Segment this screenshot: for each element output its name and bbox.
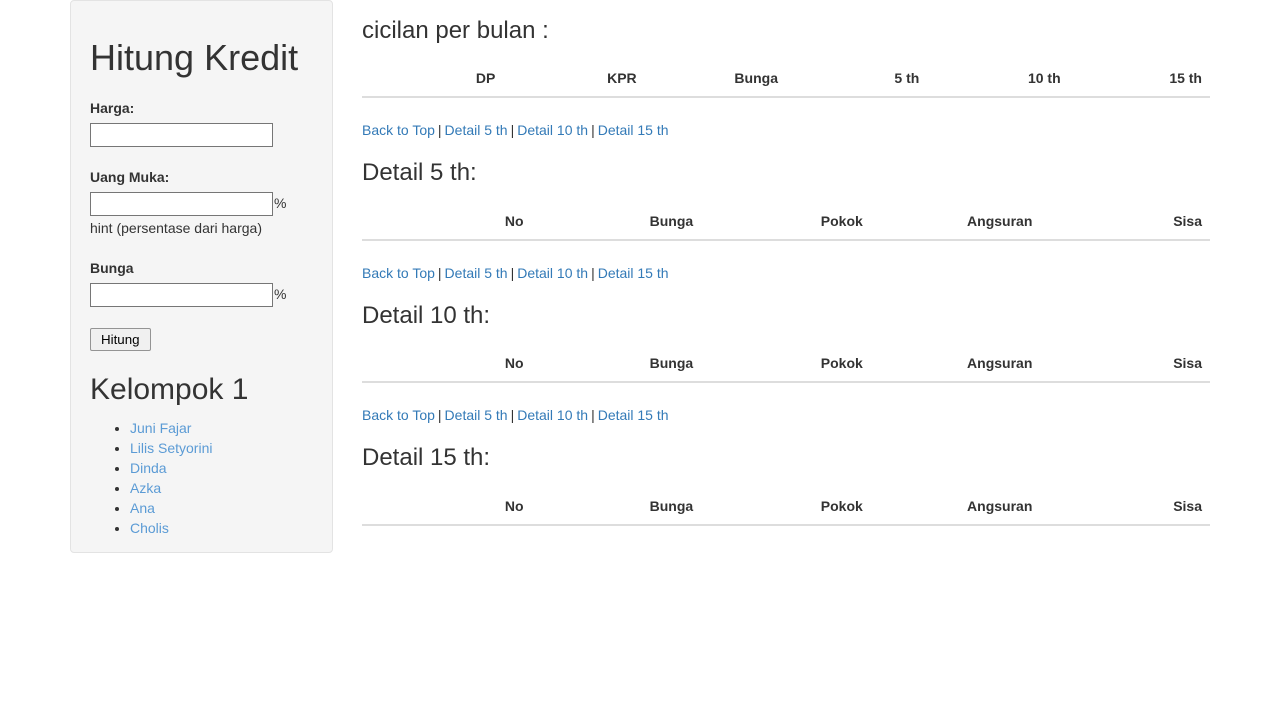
page-root: Hitung Kredit Harga: Uang Muka: % hint (… bbox=[0, 0, 1280, 720]
column-header-angsuran: Angsuran bbox=[870, 345, 1041, 384]
detail-15th-link[interactable]: Detail 15 th bbox=[598, 407, 669, 423]
member-link[interactable]: Dinda bbox=[130, 460, 167, 476]
column-header-bunga: Bunga bbox=[644, 60, 786, 99]
bunga-label: Bunga bbox=[90, 259, 134, 276]
column-header-no: No bbox=[362, 487, 532, 526]
detail-5th-link[interactable]: Detail 5 th bbox=[445, 407, 508, 423]
column-header-no: No bbox=[362, 202, 532, 241]
column-header-no: No bbox=[362, 345, 532, 384]
table-header-row: No Bunga Pokok Angsuran Sisa bbox=[362, 202, 1210, 241]
nav-separator: | bbox=[510, 264, 515, 281]
table-header-row: DP KPR Bunga 5 th 10 th 15 th bbox=[362, 60, 1210, 99]
detail-15th-heading: Detail 15 th: bbox=[362, 444, 491, 472]
member-link[interactable]: Azka bbox=[130, 480, 161, 496]
column-header-15th: 15 th bbox=[1068, 60, 1210, 99]
nav-separator: | bbox=[437, 407, 442, 424]
column-header-10th: 10 th bbox=[927, 60, 1069, 99]
table-header-row: No Bunga Pokok Angsuran Sisa bbox=[362, 487, 1210, 526]
nav-separator: | bbox=[510, 122, 515, 139]
bunga-input[interactable] bbox=[90, 282, 273, 307]
column-header-angsuran: Angsuran bbox=[870, 487, 1041, 526]
back-to-top-link[interactable]: Back to Top bbox=[362, 407, 435, 423]
column-header-bunga: Bunga bbox=[531, 345, 702, 384]
nav-separator: | bbox=[510, 407, 515, 424]
uang-muka-input[interactable] bbox=[90, 191, 273, 216]
column-header-5th: 5 th bbox=[785, 60, 928, 99]
harga-label: Harga: bbox=[90, 99, 135, 116]
member-link[interactable]: Cholis bbox=[130, 520, 169, 536]
detail-5th-table-head: No Bunga Pokok Angsuran Sisa bbox=[362, 202, 1210, 241]
main-content: cicilan per bulan : DP KPR Bunga 5 th 10… bbox=[362, 0, 1210, 526]
member-link[interactable]: Ana bbox=[130, 500, 155, 516]
bunga-percent-suffix: % bbox=[274, 286, 287, 303]
column-header-pokok: Pokok bbox=[701, 202, 871, 241]
list-item: Azka bbox=[130, 478, 313, 498]
detail-10th-link[interactable]: Detail 10 th bbox=[517, 407, 588, 423]
uang-muka-field-row: % bbox=[90, 191, 313, 216]
uang-muka-label: Uang Muka: bbox=[90, 168, 170, 185]
column-header-bunga: Bunga bbox=[531, 487, 702, 526]
nav-links-2: Back to Top | Detail 5 th | Detail 10 th | Det… bbox=[362, 241, 1210, 283]
detail-15th-link[interactable]: Detail 15 th bbox=[598, 265, 669, 281]
detail-10th-table: No Bunga Pokok Angsuran Sisa bbox=[362, 345, 1210, 384]
list-item: Cholis bbox=[130, 518, 313, 538]
detail-15th-table: No Bunga Pokok Angsuran Sisa bbox=[362, 487, 1210, 526]
detail-5th-heading: Detail 5 th: bbox=[362, 159, 477, 187]
hitung-button[interactable]: Hitung bbox=[90, 327, 151, 351]
column-header-pokok: Pokok bbox=[701, 345, 871, 384]
nav-separator: | bbox=[591, 264, 595, 281]
bunga-field-row: % bbox=[90, 282, 313, 307]
sidebar-panel: Hitung Kredit Harga: Uang Muka: % hint (… bbox=[70, 0, 333, 553]
back-to-top-link[interactable]: Back to Top bbox=[362, 265, 435, 281]
list-item: Juni Fajar bbox=[130, 418, 313, 438]
detail-10th-heading: Detail 10 th: bbox=[362, 301, 491, 329]
detail-15th-table-head: No Bunga Pokok Angsuran Sisa bbox=[362, 487, 1210, 526]
column-header-sisa: Sisa bbox=[1040, 202, 1210, 241]
detail-5th-link[interactable]: Detail 5 th bbox=[445, 265, 508, 281]
nav-separator: | bbox=[437, 122, 442, 139]
uang-muka-percent-suffix: % bbox=[274, 195, 287, 212]
detail-15th-link[interactable]: Detail 15 th bbox=[598, 122, 669, 138]
back-to-top-link[interactable]: Back to Top bbox=[362, 122, 435, 138]
nav-links-3: Back to Top | Detail 5 th | Detail 10 th | Det… bbox=[362, 383, 1210, 425]
list-item: Lilis Setyorini bbox=[130, 438, 313, 458]
column-header-sisa: Sisa bbox=[1040, 345, 1210, 384]
summary-table-head: DP KPR Bunga 5 th 10 th 15 th bbox=[362, 60, 1210, 99]
detail-10th-link[interactable]: Detail 10 th bbox=[517, 122, 588, 138]
list-item: Dinda bbox=[130, 458, 313, 478]
column-header-pokok: Pokok bbox=[701, 487, 871, 526]
harga-input[interactable] bbox=[90, 122, 273, 147]
list-item: Ana bbox=[130, 498, 313, 518]
table-header-row: No Bunga Pokok Angsuran Sisa bbox=[362, 345, 1210, 384]
detail-10th-link[interactable]: Detail 10 th bbox=[517, 265, 588, 281]
member-link[interactable]: Juni Fajar bbox=[130, 420, 191, 436]
nav-separator: | bbox=[591, 407, 595, 424]
cicilan-heading: cicilan per bulan : bbox=[362, 17, 549, 44]
column-header-angsuran: Angsuran bbox=[870, 202, 1041, 241]
nav-separator: | bbox=[437, 264, 442, 281]
harga-field-row bbox=[90, 122, 313, 147]
page-title: Hitung Kredit bbox=[90, 37, 299, 78]
group-title: Kelompok 1 bbox=[90, 372, 249, 406]
summary-table: DP KPR Bunga 5 th 10 th 15 th bbox=[362, 60, 1210, 99]
submit-row: Hitung bbox=[90, 307, 313, 351]
member-link[interactable]: Lilis Setyorini bbox=[130, 440, 212, 456]
column-header-sisa: Sisa bbox=[1040, 487, 1210, 526]
detail-5th-table: No Bunga Pokok Angsuran Sisa bbox=[362, 202, 1210, 241]
column-header-bunga: Bunga bbox=[531, 202, 702, 241]
nav-separator: | bbox=[591, 122, 595, 139]
column-header-dp: DP bbox=[362, 60, 504, 99]
detail-10th-table-head: No Bunga Pokok Angsuran Sisa bbox=[362, 345, 1210, 384]
nav-links-1: Back to Top | Detail 5 th | Detail 10 th | Det… bbox=[362, 98, 1210, 140]
detail-5th-link[interactable]: Detail 5 th bbox=[445, 122, 508, 138]
member-list: Juni Fajar Lilis Setyorini Dinda Azka An… bbox=[90, 418, 313, 538]
column-header-kpr: KPR bbox=[503, 60, 645, 99]
uang-muka-hint: hint (persentase dari harga) bbox=[90, 219, 262, 236]
